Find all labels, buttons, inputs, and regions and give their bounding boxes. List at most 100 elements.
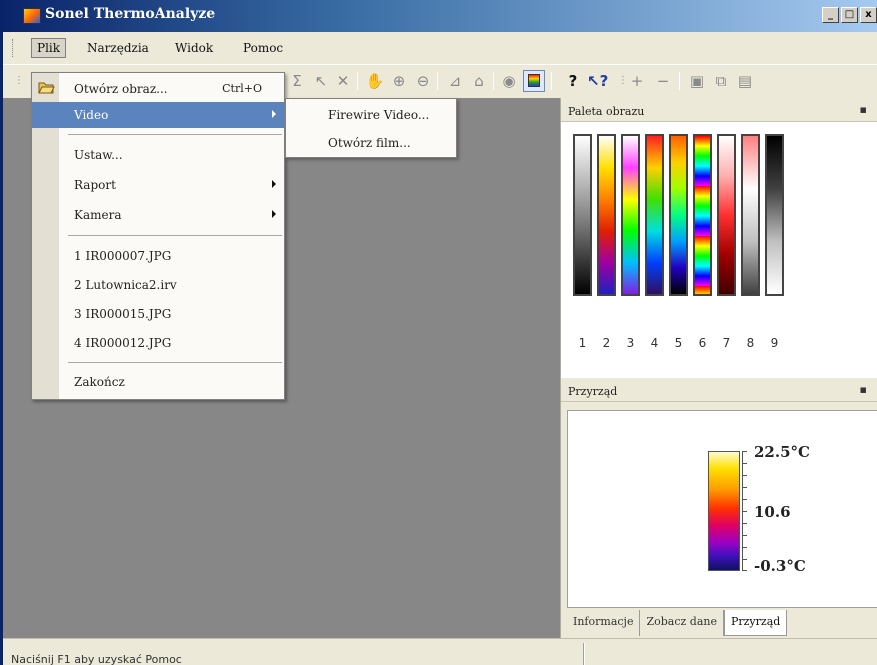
menu-item-label: Otwórz obraz... [74, 82, 168, 96]
palette-swatch-9[interactable] [765, 134, 784, 296]
window-arrange-icon[interactable]: ▤ [735, 71, 755, 91]
window-tile-icon[interactable]: ▣ [687, 71, 707, 91]
submenu-item-open-film[interactable]: Otwórz film... [286, 130, 456, 156]
instrument-panel-header: Przyrząd ▪ [561, 378, 877, 402]
palette-swatch-8[interactable] [741, 134, 760, 296]
menu-item-label: 3 IR000015.JPG [74, 307, 172, 321]
instrument-panel: Przyrząd ▪ 22.5°C 10.6 -0.3°C Informacje… [560, 378, 877, 648]
record-icon[interactable]: ◉ [499, 71, 519, 91]
palette-swatch-1[interactable] [573, 134, 592, 296]
pin-icon[interactable]: ▪ [860, 103, 867, 116]
menubar-grip[interactable] [12, 39, 15, 57]
status-text: Naciśnij F1 aby uzyskać Pomoc [11, 653, 182, 665]
close-button[interactable]: x [860, 7, 877, 23]
menu-bar: Plik Narzędzia Widok Pomoc [3, 32, 877, 64]
maximize-button[interactable]: □ [841, 7, 858, 23]
menu-item-settings[interactable]: Ustaw... [32, 142, 284, 168]
temperature-color-bar [708, 451, 740, 571]
delete-icon[interactable]: ✕ [333, 71, 353, 91]
palette-swatch-6[interactable] [693, 134, 712, 296]
line-tool-icon[interactable]: ↖ [311, 71, 331, 91]
tab-informacje[interactable]: Informacje [567, 610, 641, 636]
video-submenu: Firewire Video... Otwórz film... [285, 98, 457, 158]
menu-item-exit[interactable]: Zakończ [32, 369, 284, 395]
submenu-arrow-icon [272, 210, 276, 218]
toolbar-separator [551, 72, 552, 90]
image-edit-icon[interactable]: ⊿ [445, 71, 465, 91]
add-icon[interactable]: + [627, 71, 647, 91]
menu-item-label: Video [74, 108, 109, 122]
palette-swatch-2[interactable] [597, 134, 616, 296]
scale-min-label: -0.3°C [754, 557, 806, 575]
status-bar: Naciśnij F1 aby uzyskać Pomoc [3, 638, 877, 665]
palette-swatch-7[interactable] [717, 134, 736, 296]
scale-mid-label: 10.6 [754, 503, 791, 521]
menu-item-label: 1 IR000007.JPG [74, 249, 172, 263]
zoom-in-icon[interactable]: ⊕ [389, 71, 409, 91]
menu-item-label: 2 Lutownica2.irv [74, 278, 177, 292]
app-window: Sonel ThermoAnalyze _ □ x Plik Narzędzia… [0, 0, 877, 665]
menu-plik[interactable]: Plik [31, 38, 67, 58]
menu-item-label: Kamera [74, 208, 122, 222]
menu-item-recent-1[interactable]: 1 IR000007.JPG [32, 243, 284, 269]
panel-tabs: Informacje Zobacz dane Przyrząd [567, 610, 788, 638]
minimize-button[interactable]: _ [822, 7, 839, 23]
palette-toggle-icon[interactable] [523, 70, 545, 92]
menu-item-open-image[interactable]: Otwórz obraz... Ctrl+O [32, 76, 284, 102]
menu-item-label: Zakończ [74, 375, 125, 389]
menu-widok[interactable]: Widok [175, 41, 213, 55]
menu-pomoc[interactable]: Pomoc [243, 41, 283, 55]
palette-number: 2 [602, 336, 611, 350]
palette-panel: Paleta obrazu ▪ 1 2 3 4 5 6 7 8 9 [560, 98, 877, 378]
palette-number: 1 [578, 336, 587, 350]
title-bar[interactable]: Sonel ThermoAnalyze _ □ x [3, 0, 877, 32]
submenu-item-label: Otwórz film... [328, 136, 411, 150]
palette-swatch-4[interactable] [645, 134, 664, 296]
palette-panel-title: Paleta obrazu [568, 105, 645, 118]
sum-icon[interactable]: Σ [287, 71, 307, 91]
tab-przyrzad[interactable]: Przyrząd [723, 610, 788, 636]
palette-number: 6 [698, 336, 707, 350]
scale-ticks [742, 451, 748, 571]
palette-number: 8 [746, 336, 755, 350]
palette-number: 9 [770, 336, 779, 350]
open-folder-icon [38, 80, 55, 95]
context-help-icon[interactable]: ↖? [587, 71, 608, 91]
pin-icon[interactable]: ▪ [860, 383, 867, 396]
menu-item-label: 4 IR000012.JPG [74, 336, 172, 350]
menu-narzedzia[interactable]: Narzędzia [87, 41, 149, 55]
palette-number: 3 [626, 336, 635, 350]
palette-panel-header: Paleta obrazu ▪ [561, 98, 877, 122]
tab-zobacz-dane[interactable]: Zobacz dane [640, 610, 724, 636]
menu-item-camera[interactable]: Kamera [32, 202, 284, 228]
toolbar-separator [493, 72, 494, 90]
zoom-out-icon[interactable]: ⊖ [413, 71, 433, 91]
menu-separator [68, 362, 282, 363]
menu-item-recent-2[interactable]: 2 Lutownica2.irv [32, 272, 284, 298]
hand-pan-icon[interactable]: ✋ [365, 71, 385, 91]
menu-item-recent-4[interactable]: 4 IR000012.JPG [32, 330, 284, 356]
scale-max-label: 22.5°C [754, 443, 810, 461]
submenu-item-firewire-video[interactable]: Firewire Video... [286, 102, 456, 128]
menu-item-report[interactable]: Raport [32, 172, 284, 198]
toolbar-separator [437, 72, 438, 90]
image-tool-icon[interactable]: ⌂ [469, 71, 489, 91]
submenu-arrow-icon [272, 110, 276, 118]
palette-swatch-icon [528, 74, 540, 87]
app-logo-icon [23, 8, 41, 24]
palette-swatch-5[interactable] [669, 134, 688, 296]
palette-number: 7 [722, 336, 731, 350]
menu-item-label: Ustaw... [74, 148, 123, 162]
submenu-item-label: Firewire Video... [328, 108, 430, 122]
help-icon[interactable]: ? [563, 71, 583, 91]
menu-item-label: Raport [74, 178, 116, 192]
menu-item-video[interactable]: Video [32, 102, 284, 128]
window-cascade-icon[interactable]: ⧉ [711, 71, 731, 91]
temperature-scale-view: 22.5°C 10.6 -0.3°C [567, 410, 877, 608]
palette-swatch-3[interactable] [621, 134, 640, 296]
toolbar-separator [357, 72, 358, 90]
remove-icon[interactable]: − [653, 71, 673, 91]
menu-item-recent-3[interactable]: 3 IR000015.JPG [32, 301, 284, 327]
toolbar-grip[interactable]: ⋮ [9, 71, 29, 91]
palette-number: 5 [674, 336, 683, 350]
